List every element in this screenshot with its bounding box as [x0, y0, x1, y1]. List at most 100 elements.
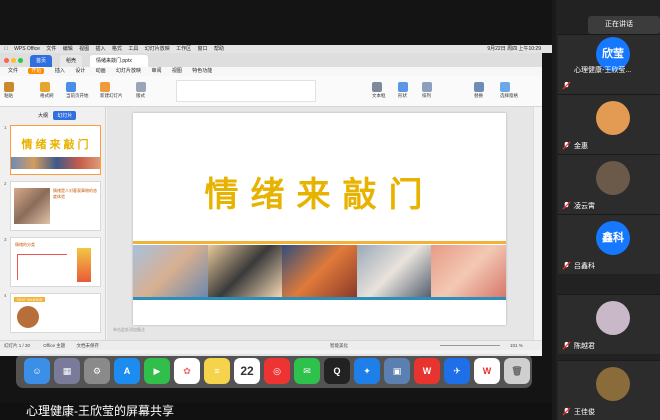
participant-tile-3[interactable]: 凌云霄: [558, 154, 660, 214]
notes-placeholder[interactable]: 单击此处添加备注: [113, 327, 145, 333]
notes-icon[interactable]: ≡: [204, 358, 230, 384]
participant-tile-4[interactable]: 鑫科 吕鑫科: [558, 214, 660, 274]
menubar-item-view[interactable]: 视图: [79, 46, 89, 52]
layout-button[interactable]: 版式: [136, 82, 146, 99]
replace-icon: [474, 82, 484, 92]
ribbon-insert[interactable]: 插入: [55, 68, 65, 74]
avatar: [596, 161, 630, 195]
play-from-current-button[interactable]: 当前页开始: [66, 82, 89, 99]
tab-home[interactable]: 首页: [30, 55, 53, 67]
apple-icon[interactable]: : [4, 46, 8, 52]
wps-writer-icon[interactable]: W: [474, 358, 500, 384]
ribbon-slideshow[interactable]: 幻灯片放映: [116, 68, 141, 74]
replace-button[interactable]: 替换: [474, 82, 484, 99]
menubar-item-insert[interactable]: 插入: [96, 46, 106, 52]
tab-document[interactable]: 情绪来敲门.pptx: [90, 55, 148, 67]
wps-window: 首页 稻壳 情绪来敲门.pptx 文件 开始 插入 设计 动画 幻灯片放映 审阅…: [0, 53, 542, 356]
ribbon-file[interactable]: 文件: [8, 68, 18, 74]
smart-beautify-button[interactable]: 智能美化: [330, 341, 348, 350]
current-slide[interactable]: 情绪来敲门: [133, 113, 506, 325]
menubar-item-workspace[interactable]: 工作区: [176, 46, 191, 52]
zoom-window-icon[interactable]: [18, 58, 23, 63]
new-slide-label: 新建幻灯片: [100, 93, 123, 98]
ribbon-start[interactable]: 开始: [28, 68, 45, 74]
format-painter-button[interactable]: 格式刷: [40, 82, 54, 99]
facetime-icon[interactable]: ▶: [144, 358, 170, 384]
slide-thumbnail-3[interactable]: 情绪的分类: [10, 237, 101, 287]
minimize-window-icon[interactable]: [11, 58, 16, 63]
slide-thumbnail-4[interactable]: TEST WORDS: [10, 293, 101, 333]
ribbon-design[interactable]: 设计: [75, 68, 85, 74]
close-window-icon[interactable]: [4, 58, 9, 63]
participant-name: 心理健康-王欣莹...: [574, 67, 632, 74]
wps-office-icon[interactable]: W: [414, 358, 440, 384]
photo-woman-pink: [431, 245, 506, 297]
tab-docer[interactable]: 稻壳: [60, 55, 83, 67]
arrange-button[interactable]: 排列: [422, 82, 432, 99]
menubar-item-edit[interactable]: 编辑: [63, 46, 73, 52]
ribbon-view[interactable]: 视图: [172, 68, 182, 74]
thumb-pencil-image: [77, 248, 91, 282]
calendar-icon[interactable]: 22: [234, 358, 260, 384]
mic-muted-icon: [562, 201, 571, 210]
layout-label: 版式: [136, 93, 145, 98]
menubar-item-tools[interactable]: 工具: [128, 46, 138, 52]
backup-status[interactable]: 文档未保存: [76, 343, 99, 348]
shape-icon: [398, 82, 408, 92]
new-slide-button[interactable]: 新建幻灯片: [100, 82, 123, 99]
menubar-item-slideshow[interactable]: 幻灯片放映: [145, 46, 170, 52]
tab-outline[interactable]: 大纲: [34, 111, 52, 120]
ribbon-animation[interactable]: 动画: [96, 68, 106, 74]
participant-tile-2[interactable]: 金惠: [558, 94, 660, 154]
slide-thumbnail-2[interactable]: 情绪是人对客观事物的态度体验: [10, 181, 101, 231]
thumb-text: 情绪的分类: [15, 242, 35, 247]
menubar-item-window[interactable]: 窗口: [198, 46, 208, 52]
zoom-slider[interactable]: [440, 345, 500, 346]
toolbar: 粘贴 格式刷 当前页开始 新建幻灯片 版式 文本框 形状 排列 替换 选择窗格: [0, 76, 542, 107]
shape-button[interactable]: 形状: [398, 82, 408, 99]
participant-tile-5[interactable]: 陈越君: [558, 294, 660, 354]
arrange-icon: [422, 82, 432, 92]
layout-icon: [136, 82, 146, 92]
tab-slides[interactable]: 幻灯片: [53, 111, 77, 120]
participant-tile-6[interactable]: 王佳俊: [558, 360, 660, 420]
photos-icon[interactable]: ✿: [174, 358, 200, 384]
slide-accent-line-orange: [133, 241, 506, 244]
lark-icon[interactable]: ✈: [444, 358, 470, 384]
ribbon-review[interactable]: 审阅: [151, 68, 161, 74]
menubar-item-help[interactable]: 帮助: [214, 46, 224, 52]
share-caption-text: 心理健康-王欣莹的屏幕共享: [26, 404, 174, 418]
menubar-item-file[interactable]: 文件: [46, 46, 56, 52]
slide-thumbnail-1[interactable]: 情绪来敲门: [10, 125, 101, 175]
safari-icon[interactable]: ✦: [354, 358, 380, 384]
wechat-icon[interactable]: ✉: [294, 358, 320, 384]
app-store-icon[interactable]: A: [114, 358, 140, 384]
format-painter-label: 格式刷: [40, 93, 54, 98]
system-preferences-icon[interactable]: ⚙: [84, 358, 110, 384]
right-tool-rail[interactable]: [533, 107, 542, 340]
new-slide-icon: [100, 82, 110, 92]
speaking-indicator: 正在讲话: [588, 16, 660, 34]
menubar-clock: 9月22日 周四 上午10:29: [487, 46, 541, 52]
avatar-text: 鑫科: [602, 232, 624, 244]
menubar-item-format[interactable]: 格式: [112, 46, 122, 52]
mac-dock: ☺ ▦ ⚙ A ▶ ✿ ≡ 22 ◎ ✉ Q ✦ ▣ W ✈ W 🗑: [16, 354, 532, 388]
slide-title[interactable]: 情绪来敲门: [133, 167, 506, 216]
trash-icon[interactable]: 🗑: [504, 358, 530, 384]
preview-icon[interactable]: ▣: [384, 358, 410, 384]
qq-icon[interactable]: Q: [324, 358, 350, 384]
menubar-item-app[interactable]: WPS Office: [14, 46, 40, 52]
textbox-button[interactable]: 文本框: [372, 82, 386, 99]
slide-photo-strip[interactable]: [133, 245, 506, 297]
ribbon-features[interactable]: 特色功能: [192, 68, 212, 74]
paste-button[interactable]: 粘贴: [4, 82, 14, 99]
avatar: 鑫科: [596, 221, 630, 255]
font-controls[interactable]: [176, 80, 316, 102]
selection-pane-button[interactable]: 选择窗格: [500, 82, 518, 99]
netease-music-icon[interactable]: ◎: [264, 358, 290, 384]
launchpad-icon[interactable]: ▦: [54, 358, 80, 384]
finder-icon[interactable]: ☺: [24, 358, 50, 384]
mic-muted-icon: [562, 81, 571, 90]
calendar-date: 22: [240, 364, 254, 378]
participant-tile-1[interactable]: 欣莹 心理健康-王欣莹...: [558, 34, 660, 94]
